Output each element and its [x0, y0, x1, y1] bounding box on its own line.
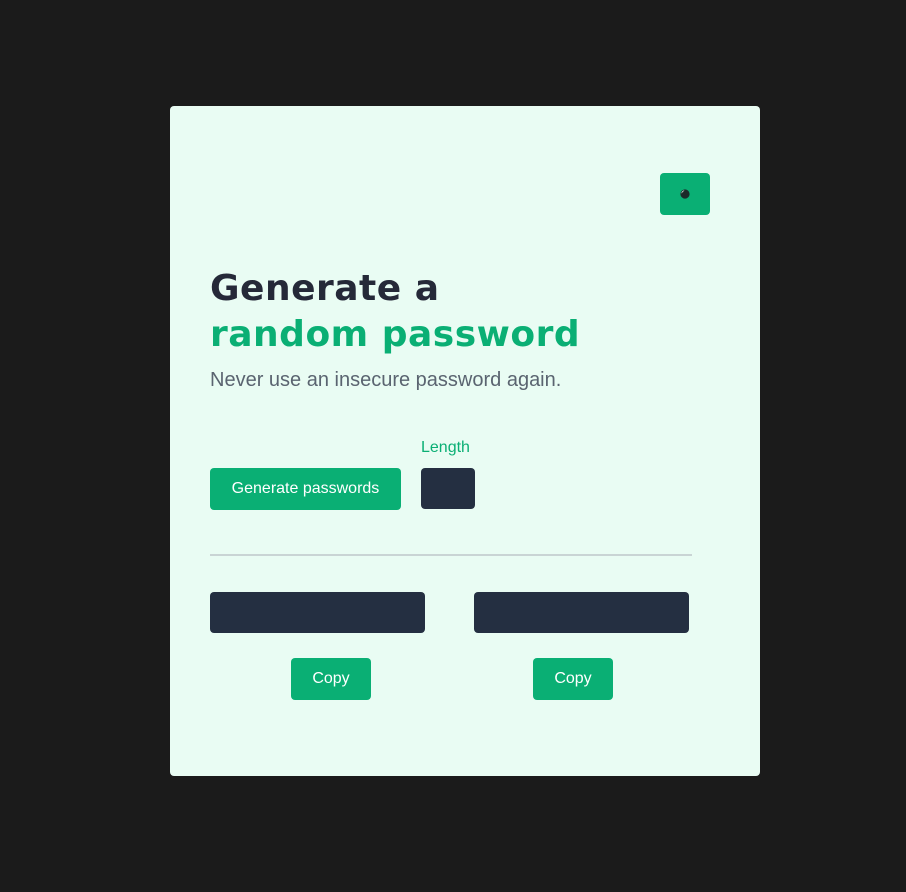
password-output-2[interactable] [474, 592, 689, 633]
title-line-2: random password [210, 314, 581, 355]
theme-toggle-button[interactable] [660, 173, 710, 215]
password-output-1[interactable] [210, 592, 425, 633]
divider [210, 554, 692, 556]
generate-passwords-button[interactable]: Generate passwords [210, 468, 401, 510]
page-title: Generate a random password [210, 266, 580, 358]
length-input[interactable] [421, 468, 475, 509]
subtitle: Never use an insecure password again. [210, 369, 562, 391]
copy-button-1[interactable]: Copy [291, 658, 371, 700]
title-line-1: Generate a [210, 268, 440, 309]
password-generator-card: Generate a random password Never use an … [170, 106, 760, 776]
length-label: Length [421, 439, 470, 456]
half-circle-icon [680, 189, 690, 199]
copy-button-2[interactable]: Copy [533, 658, 613, 700]
